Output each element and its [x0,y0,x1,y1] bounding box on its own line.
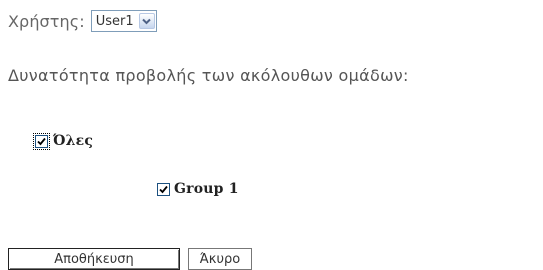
group-visibility-description: Δυνατότητα προβολής των ακόλουθων ομάδων… [8,66,409,85]
save-button[interactable]: Αποθήκευση [8,248,180,270]
focus-ring [33,132,50,150]
checkbox-group-1-label: Group 1 [174,181,239,197]
user-select[interactable]: User1 [90,10,157,32]
group-option-group1: Group 1 [157,181,239,197]
user-select-value: User1 [95,13,134,29]
user-row: Χρήστης: User1 [8,7,157,35]
checkbox-all-groups-label: Όλες [53,133,94,149]
user-label: Χρήστης: [8,11,85,31]
checkmark-icon [159,185,168,193]
checkbox-group-1[interactable] [157,182,170,196]
group-option-all: Όλες [33,132,94,150]
checkbox-all-groups[interactable] [35,134,48,148]
chevron-down-icon [142,18,151,24]
checkmark-icon [37,137,46,145]
dropdown-button[interactable] [138,13,155,29]
cancel-button[interactable]: Άκυρο [188,248,252,270]
